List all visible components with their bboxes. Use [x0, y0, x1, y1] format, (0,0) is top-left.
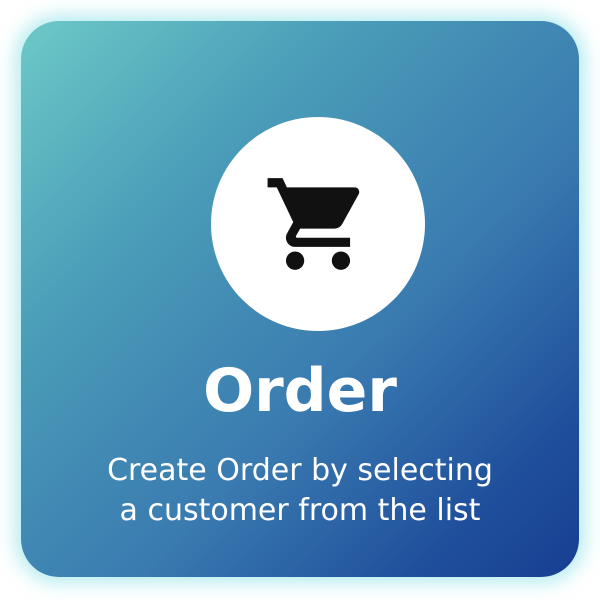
shopping-cart-icon [267, 178, 360, 270]
order-card[interactable]: Order Create Order by selecting a custom… [21, 21, 579, 577]
card-description-line-1: Create Order by selecting [107, 453, 493, 488]
stage: Order Create Order by selecting a custom… [0, 0, 600, 600]
card-title: Order [203, 356, 397, 426]
icon-circle [211, 117, 425, 331]
card-description: Create Order by selecting a customer fro… [41, 451, 559, 531]
card-description-line-2: a customer from the list [119, 493, 481, 528]
